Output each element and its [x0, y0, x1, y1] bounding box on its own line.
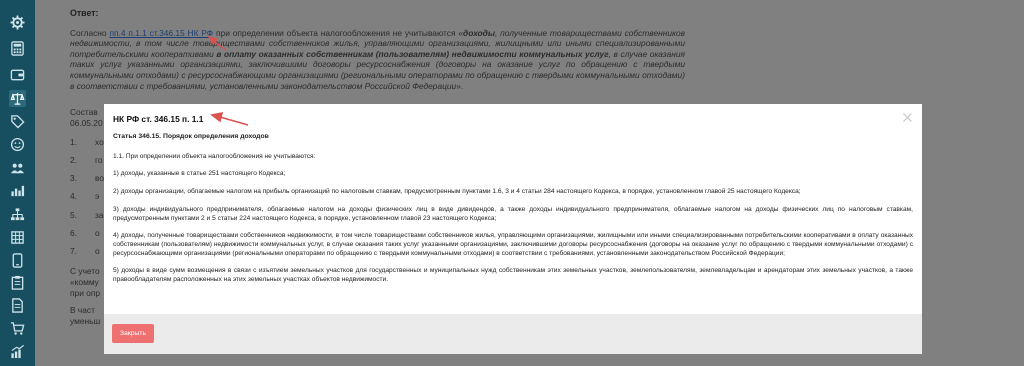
- list-number: 6.: [70, 228, 77, 238]
- doc-stub: 06.05.20: [70, 118, 103, 128]
- hierarchy-icon[interactable]: [9, 206, 26, 223]
- doc-stub: уменьш: [70, 316, 101, 326]
- gear-icon[interactable]: [9, 14, 26, 31]
- phone-icon[interactable]: [9, 252, 26, 269]
- people-icon[interactable]: [9, 160, 26, 177]
- list-number: 4.: [70, 191, 77, 201]
- modal-title: НК РФ ст. 346.15 п. 1.1: [113, 114, 204, 124]
- scales-icon[interactable]: [9, 90, 26, 107]
- sidebar: [0, 0, 35, 366]
- grid-icon[interactable]: [9, 229, 26, 246]
- modal-footer: Закрыть: [104, 314, 922, 354]
- close-button[interactable]: Закрыть: [112, 324, 154, 343]
- law-link[interactable]: пп.4 п.1.1 ст.346.15 НК РФ: [109, 28, 213, 38]
- doc-stub: при опр: [70, 288, 101, 298]
- clipboard-icon[interactable]: [9, 274, 26, 291]
- app-root: Ответ: Согласно пп.4 п.1.1 ст.346.15 НК …: [0, 0, 1024, 366]
- smiley-icon[interactable]: [9, 136, 26, 153]
- close-icon[interactable]: [901, 111, 914, 124]
- list-stub: о: [95, 246, 100, 256]
- list-stub: во: [95, 173, 105, 183]
- list-stub: го: [95, 155, 103, 165]
- answer-paragraph: Согласно пп.4 п.1.1 ст.346.15 НК РФ при …: [70, 27, 685, 91]
- list-stub: хо: [95, 137, 104, 147]
- article-paragraph: 1) доходы, указанные в статье 251 настоя…: [113, 170, 286, 178]
- doc-stub: «комму: [70, 277, 99, 287]
- article-heading: Статья 346.15. Порядок определения доход…: [113, 133, 269, 140]
- growth-chart-icon[interactable]: [9, 343, 26, 360]
- answer-content: Ответ: Согласно пп.4 п.1.1 ст.346.15 НК …: [70, 8, 685, 91]
- doc-stub: В част: [70, 305, 95, 315]
- law-article-modal: НК РФ ст. 346.15 п. 1.1 Статья 346.15. П…: [104, 104, 922, 354]
- list-stub: э: [95, 191, 100, 201]
- list-stub: о: [95, 228, 100, 238]
- list-number: 1.: [70, 137, 77, 147]
- list-number: 5.: [70, 210, 77, 220]
- article-paragraph: 3) доходы индивидуального предпринимател…: [113, 205, 913, 222]
- list-number: 2.: [70, 155, 77, 165]
- cart-icon[interactable]: [9, 320, 26, 337]
- article-paragraph: 5) доходы в виде сумм возмещения в связи…: [113, 267, 913, 283]
- bar-chart-icon[interactable]: [9, 182, 26, 199]
- list-number: 7.: [70, 246, 77, 256]
- document-icon[interactable]: [9, 297, 26, 314]
- calculator-icon[interactable]: [9, 40, 26, 57]
- doc-stub: Состав: [70, 107, 98, 117]
- list-number: 3.: [70, 173, 77, 183]
- list-stub: за: [95, 210, 104, 220]
- wallet-icon[interactable]: [9, 66, 26, 83]
- modal-body: Статья 346.15. Порядок определения доход…: [113, 133, 913, 294]
- article-paragraph: 1.1. При определении объекта налогооблож…: [113, 152, 316, 160]
- article-paragraph: 2) доходы организации, облагаемые налого…: [113, 188, 801, 196]
- doc-stub: С учето: [70, 266, 100, 276]
- answer-title: Ответ:: [70, 8, 99, 18]
- tag-icon[interactable]: [9, 113, 26, 130]
- article-paragraph: 4) доходы, полученные товариществами соб…: [113, 232, 913, 257]
